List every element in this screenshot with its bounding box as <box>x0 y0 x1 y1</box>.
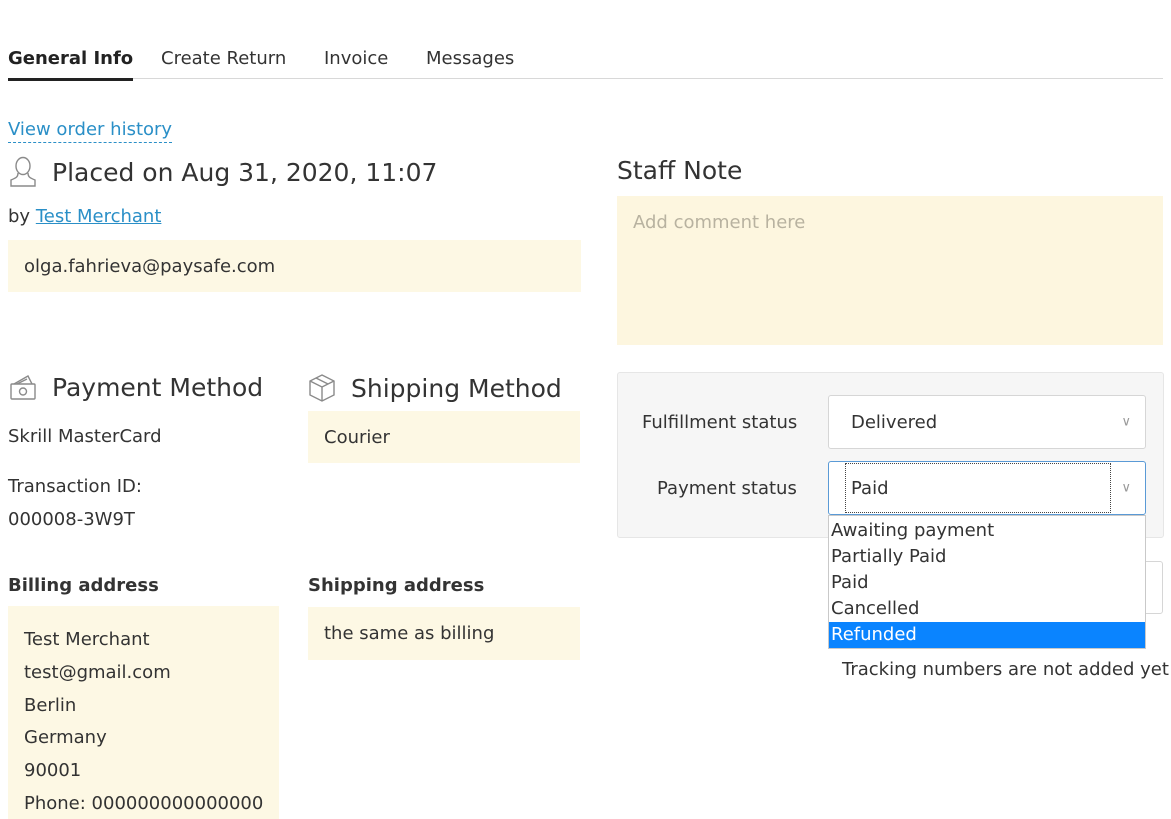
staff-note-textarea[interactable] <box>617 196 1163 345</box>
chevron-separator <box>1110 463 1111 513</box>
shipping-address-label: Shipping address <box>308 575 485 596</box>
payment-status-select[interactable]: Paid ∨ <box>828 461 1146 515</box>
box-icon <box>307 372 337 404</box>
shipping-method-title: Shipping Method <box>351 373 562 403</box>
chevron-down-icon: ∨ <box>1121 480 1131 496</box>
dropdown-option-paid[interactable]: Paid <box>829 570 1145 596</box>
billing-line: Berlin <box>24 694 77 716</box>
tab-create-return[interactable]: Create Return <box>161 48 286 79</box>
payment-status-value: Paid <box>851 477 889 499</box>
payment-status-dropdown: Awaiting payment Partially Paid Paid Can… <box>828 515 1146 649</box>
dropdown-option-partially-paid[interactable]: Partially Paid <box>829 544 1145 570</box>
user-icon <box>8 156 38 188</box>
chevron-down-icon: ∨ <box>1121 414 1131 430</box>
dropdown-option-refunded[interactable]: Refunded <box>829 622 1145 648</box>
tab-bar: General Info Create Return Invoice Messa… <box>8 48 1163 81</box>
billing-line: Phone: 000000000000000 <box>24 792 264 814</box>
tab-general-info[interactable]: General Info <box>8 48 134 81</box>
shipping-method-heading: Shipping Method <box>307 372 562 404</box>
payment-method-title: Payment Method <box>52 372 264 402</box>
staff-note-title: Staff Note <box>617 156 743 185</box>
transaction-id-value: 000008-3W9T <box>8 509 135 530</box>
shipping-method-value: Courier <box>308 411 580 463</box>
order-placed-heading: Placed on Aug 31, 2020, 11:07 <box>8 156 437 188</box>
fulfillment-status-value: Delivered <box>851 411 938 433</box>
billing-line: 90001 <box>24 760 82 782</box>
money-icon <box>8 372 38 402</box>
fulfillment-status-select[interactable]: Delivered ∨ <box>828 395 1146 449</box>
merchant-link[interactable]: Test Merchant <box>36 206 162 227</box>
status-panel: Fulfillment status Delivered ∨ Payment s… <box>617 372 1164 538</box>
transaction-id-label: Transaction ID: <box>8 476 142 497</box>
dropdown-option-cancelled[interactable]: Cancelled <box>829 596 1145 622</box>
fulfillment-status-label: Fulfillment status <box>642 412 798 433</box>
payment-method-value: Skrill MasterCard <box>8 426 162 447</box>
customer-email-field[interactable]: olga.fahrieva@paysafe.com <box>8 240 581 292</box>
billing-address-box: Test Merchant test@gmail.com Berlin Germ… <box>8 606 279 819</box>
payment-status-label: Payment status <box>657 478 797 499</box>
tracking-empty-message: Tracking numbers are not added yet <box>842 659 1169 680</box>
billing-line: Test Merchant <box>24 629 150 650</box>
payment-method-heading: Payment Method <box>8 372 263 402</box>
shipping-address-value: the same as billing <box>308 607 580 660</box>
billing-line: Germany <box>24 727 107 749</box>
billing-line: test@gmail.com <box>24 661 171 683</box>
placed-by: by Test Merchant <box>8 206 161 227</box>
tab-messages[interactable]: Messages <box>426 48 514 79</box>
by-prefix: by <box>8 206 31 227</box>
dropdown-option-awaiting-payment[interactable]: Awaiting payment <box>829 518 1145 544</box>
placed-date-text: Placed on Aug 31, 2020, 11:07 <box>52 157 438 187</box>
view-order-history-link[interactable]: View order history <box>8 118 173 143</box>
billing-address-label: Billing address <box>8 575 159 596</box>
tab-invoice[interactable]: Invoice <box>324 48 388 79</box>
